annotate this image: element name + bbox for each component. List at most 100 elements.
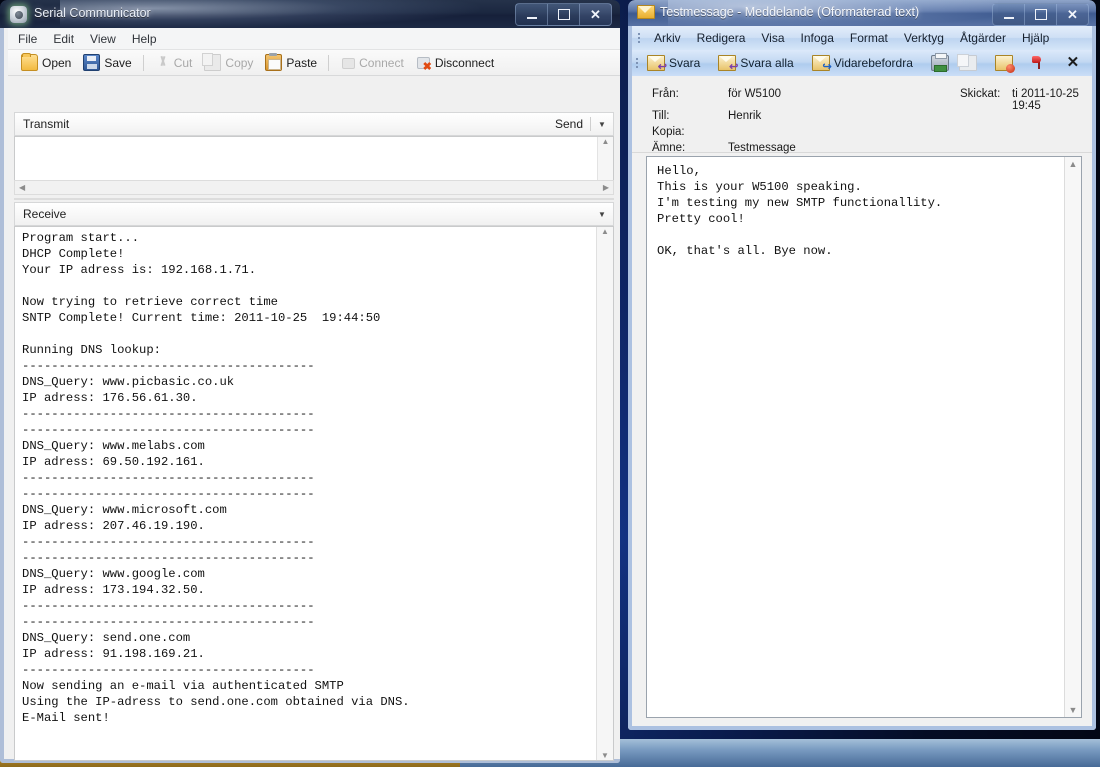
envelope-icon (637, 5, 655, 19)
reply-button[interactable]: ↩ Svara (642, 53, 705, 73)
forward-button[interactable]: ↪ Vidarebefordra (807, 53, 918, 73)
close-icon[interactable]: ✕ (579, 3, 612, 26)
serial-window-title: Serial Communicator (34, 6, 151, 20)
toolbar-separator-2 (328, 55, 329, 71)
to-label: Till: (652, 110, 669, 122)
subject-label: Ämne: (652, 142, 685, 154)
menu-arkiv[interactable]: Arkiv (646, 29, 689, 47)
copy-button[interactable] (954, 53, 982, 73)
scroll-down-icon[interactable]: ▼ (1069, 703, 1078, 717)
receive-output[interactable]: Program start... DHCP Complete! Your IP … (14, 226, 614, 761)
maximize-icon[interactable] (1024, 3, 1056, 26)
menu-verktyg[interactable]: Verktyg (896, 29, 952, 47)
menu-redigera[interactable]: Redigera (689, 29, 754, 47)
from-value: för W5100 (728, 88, 781, 100)
close-message-button[interactable]: ✕ (1060, 54, 1086, 72)
minimize-icon[interactable] (992, 3, 1024, 26)
scroll-right-icon[interactable]: ▶ (599, 183, 613, 192)
mail-body-text: Hello, This is your W5100 speaking. I'm … (657, 163, 1052, 259)
menu-format[interactable]: Format (842, 29, 896, 47)
receive-pane-header: Receive ▼ (14, 202, 614, 226)
print-icon (931, 55, 949, 71)
clipboard-paste-icon (265, 54, 282, 71)
reply-icon: ↩ (647, 55, 665, 71)
close-x-icon: ✕ (1065, 56, 1081, 70)
serial-titlebar[interactable]: Serial Communicator ✕ (0, 0, 620, 28)
cut-button[interactable]: Cut (150, 53, 198, 72)
flag-icon (1031, 56, 1047, 70)
transmit-chevron-down-icon[interactable]: ▼ (591, 120, 613, 129)
menu-hjalp[interactable]: Hjälp (1014, 29, 1057, 47)
copy-pages-icon (204, 54, 221, 71)
save-button-label: Save (104, 56, 131, 70)
scroll-up-icon[interactable]: ▲ (598, 137, 614, 146)
floppy-save-icon (83, 54, 100, 71)
reply-button-label: Svara (669, 56, 700, 70)
scroll-up-icon[interactable]: ▲ (1069, 157, 1078, 171)
transmit-input-value (15, 137, 613, 143)
connect-button[interactable]: Connect (335, 53, 409, 72)
menu-edit[interactable]: Edit (53, 32, 74, 46)
menubar-grip-icon[interactable] (636, 30, 642, 46)
paste-button[interactable]: Paste (260, 52, 322, 73)
toolbar-separator (143, 55, 144, 71)
transmit-label: Transmit (23, 117, 69, 131)
print-button[interactable] (926, 53, 954, 73)
open-button[interactable]: Open (16, 52, 76, 73)
connect-button-label: Connect (359, 56, 404, 70)
forward-icon: ↪ (812, 55, 830, 71)
scroll-up-icon[interactable]: ▲ (597, 227, 613, 236)
menu-view[interactable]: View (90, 32, 116, 46)
menu-visa[interactable]: Visa (753, 29, 792, 47)
save-button[interactable]: Save (78, 52, 136, 73)
help-button[interactable]: ? (1094, 53, 1096, 73)
receive-chevron-down-icon[interactable]: ▼ (591, 210, 613, 219)
reply-all-button-label: Svara alla (740, 56, 793, 70)
minimize-icon[interactable] (515, 3, 547, 26)
maximize-icon[interactable] (547, 3, 579, 26)
menu-infoga[interactable]: Infoga (793, 29, 842, 47)
reply-all-button[interactable]: ↩ Svara alla (713, 53, 798, 73)
mail-message-window[interactable]: Testmessage - Meddelande (Oformaterad te… (628, 0, 1096, 730)
transmit-pane-header: Transmit Send ▼ (14, 112, 614, 136)
delete-button[interactable] (990, 53, 1018, 73)
pane-divider (14, 198, 614, 200)
cut-button-label: Cut (174, 56, 193, 70)
scissors-icon (155, 55, 170, 70)
folder-open-icon (21, 54, 38, 71)
serial-window-controls[interactable]: ✕ (515, 3, 612, 26)
menu-atgarder[interactable]: Åtgärder (952, 29, 1014, 47)
flag-button[interactable] (1026, 54, 1052, 72)
toolbar-grip-icon[interactable] (636, 55, 638, 71)
scroll-left-icon[interactable]: ◀ (15, 183, 29, 192)
to-value: Henrik (728, 110, 761, 122)
copy-icon (959, 55, 977, 71)
disconnect-button[interactable]: Disconnect (411, 53, 499, 72)
mail-menubar[interactable]: Arkiv Redigera Visa Infoga Format Verkty… (632, 26, 1092, 50)
paste-button-label: Paste (286, 56, 317, 70)
delete-mail-icon (995, 55, 1013, 71)
scroll-down-icon[interactable]: ▼ (597, 751, 613, 760)
receive-vertical-scrollbar[interactable]: ▲ ▼ (596, 227, 613, 760)
mail-vertical-scrollbar[interactable]: ▲ ▼ (1064, 157, 1081, 717)
reply-all-icon: ↩ (718, 55, 736, 71)
mail-titlebar[interactable]: Testmessage - Meddelande (Oformaterad te… (628, 0, 1096, 26)
mail-toolbar[interactable]: ↩ Svara ↩ Svara alla ↪ Vidarebefordra (632, 50, 1092, 76)
mail-window-controls[interactable]: ✕ (992, 3, 1089, 26)
serial-communicator-window[interactable]: Serial Communicator ✕ File Edit View Hel… (0, 0, 620, 763)
mail-body-pane[interactable]: Hello, This is your W5100 speaking. I'm … (646, 156, 1082, 718)
close-icon[interactable]: ✕ (1056, 3, 1089, 26)
serial-menubar[interactable]: File Edit View Help (8, 28, 620, 50)
subject-value: Testmessage (728, 142, 796, 154)
menu-help[interactable]: Help (132, 32, 157, 46)
transmit-horizontal-scrollbar[interactable]: ◀ ▶ (14, 180, 614, 195)
copy-button[interactable]: Copy (199, 52, 258, 73)
plug-disconnect-icon (416, 55, 431, 70)
mail-header-pane: Från: för W5100 Skickat: ti 2011-10-25 1… (632, 76, 1092, 153)
forward-button-label: Vidarebefordra (834, 56, 913, 70)
send-button[interactable]: Send (555, 117, 590, 131)
plug-connect-icon (340, 55, 355, 70)
receive-output-text: Program start... DHCP Complete! Your IP … (22, 230, 592, 726)
serial-toolbar[interactable]: Open Save Cut Copy Paste (8, 50, 620, 76)
menu-file[interactable]: File (18, 32, 37, 46)
